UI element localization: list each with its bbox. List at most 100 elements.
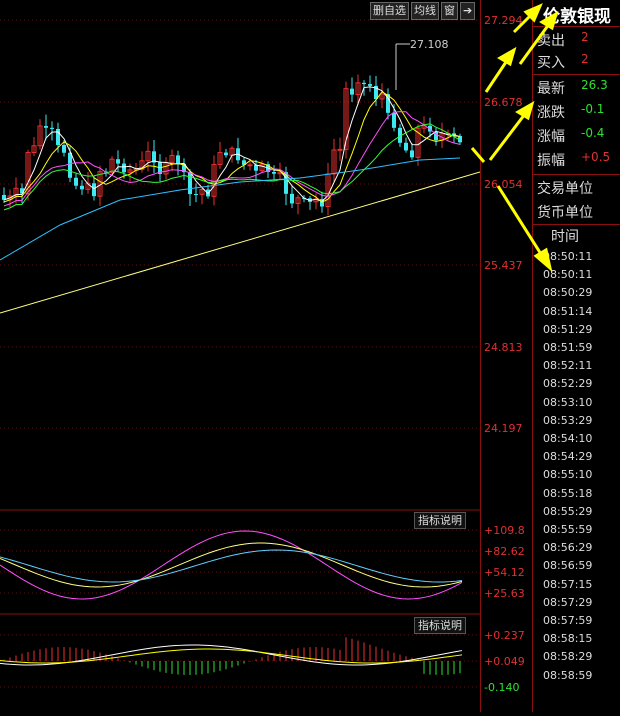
candle-body-down [404, 142, 408, 151]
time-list-item: 08:58:59 [543, 668, 593, 682]
time-list-item: 08:51:59 [543, 341, 593, 354]
price-tick: 26.678 [484, 96, 523, 109]
macd-tick: +0.237 [484, 629, 525, 642]
change-pct-value: -0.4 [581, 126, 605, 140]
currency-unit-label: 货币单位 [537, 205, 593, 221]
time-list-item: 08:52:29 [543, 377, 593, 391]
time-list-item: 08:51:14 [543, 304, 593, 318]
candle-body-down [410, 150, 414, 158]
time-list-item: 08:55:18 [543, 486, 593, 500]
ma-line-4 [3, 123, 461, 211]
candle-body-down [350, 88, 354, 95]
last-value: 26.3 [581, 78, 608, 92]
last-label: 最新 [537, 81, 565, 97]
kdj-j-line [0, 530, 463, 600]
candle-body-down [56, 128, 60, 146]
candle-body-down [44, 125, 48, 128]
kdj-tick: +82.62 [484, 545, 525, 558]
change-pct-label: 涨幅 [537, 129, 565, 145]
change-value: -0.1 [581, 102, 605, 116]
price-tick: 25.437 [484, 259, 523, 272]
price-tick: 24.813 [484, 341, 523, 354]
macd-tick: +0.049 [484, 655, 525, 668]
kdj-tick: +25.63 [484, 587, 525, 600]
candle-body-down [74, 177, 78, 186]
trade-unit-label: 交易单位 [537, 181, 593, 197]
time-list-item: 08:56:59 [543, 559, 593, 573]
time-list-item: 08:51:29 [543, 322, 593, 336]
support-trend-line [0, 171, 481, 314]
ma-lines-button[interactable]: 均线 [411, 2, 439, 20]
arrow-right-icon[interactable]: ➔ [460, 2, 476, 20]
candle-body-down [392, 112, 396, 128]
change-row: 涨跌 -0.1 [537, 102, 604, 124]
candle-body-down [290, 193, 294, 204]
ask-value: 2 [581, 30, 589, 44]
amplitude-value: +0.5 [581, 150, 611, 164]
price-tick: 27.294 [484, 14, 523, 27]
delete-self-select-button[interactable]: 删自选 [370, 2, 409, 20]
kline-chart-area[interactable]: 27.108 删自选 均线 窗 ➔ 指标说明 指标说明 [0, 0, 481, 712]
kdj-tick: +54.12 [484, 566, 525, 579]
time-list-item: 08:57:59 [543, 614, 593, 627]
chart-toolbar: 删自选 均线 窗 ➔ [368, 2, 476, 20]
price-axis: 27.294 26.678 26.054 25.437 24.813 24.19… [480, 0, 533, 712]
ask-row: 卖出 2 [537, 30, 589, 52]
candle-body-down [176, 155, 180, 164]
time-list-item: 08:55:10 [543, 468, 593, 482]
time-list-item: 08:50:29 [543, 286, 593, 300]
kline-chart-svg[interactable]: 27.108 [0, 0, 481, 712]
time-list-item: 08:56:29 [543, 541, 593, 555]
candle-body-down [368, 84, 372, 86]
bid-label: 买入 [537, 55, 565, 71]
time-list-item: 08:54:10 [543, 432, 593, 445]
time-list-item: 08:53:10 [543, 395, 593, 409]
kdj-indicator-help-button[interactable]: 指标说明 [414, 512, 466, 529]
amplitude-row: 振幅 +0.5 [537, 150, 610, 172]
candle-body-down [122, 163, 126, 173]
price-tick: 24.197 [484, 422, 523, 435]
macd-indicator-help-button[interactable]: 指标说明 [414, 617, 466, 634]
peak-price-label: 27.108 [410, 38, 449, 51]
kdj-d-line [0, 542, 463, 588]
candle-body-down [68, 152, 72, 178]
time-list-item: 08:57:29 [543, 595, 593, 609]
time-list-item: 08:58:15 [543, 632, 593, 646]
candle-body-down [50, 127, 54, 129]
symbol-title: 伦敦银现 [543, 7, 611, 27]
kdj-k-line [0, 549, 463, 583]
bid-row: 买入 2 [537, 52, 589, 74]
time-list-item: 08:55:59 [543, 523, 593, 536]
price-tick: 26.054 [484, 178, 523, 191]
candle-body-down [188, 172, 192, 195]
window-button[interactable]: 窗 [441, 2, 458, 20]
time-header: 时间 [551, 229, 579, 245]
candle-body-down [62, 145, 66, 153]
change-label: 涨跌 [537, 105, 565, 121]
time-list-item: 08:52:11 [543, 359, 593, 373]
candle-body-down [224, 152, 228, 156]
macd-tick: -0.140 [484, 681, 520, 694]
candle-body-down [80, 185, 84, 190]
time-list-item: 08:55:29 [543, 504, 593, 518]
time-list-item: 08:50:11 [543, 250, 593, 263]
candle-body-down [194, 194, 198, 196]
candle-body-down [362, 82, 366, 85]
candle-body-up [337, 148, 343, 151]
bid-value: 2 [581, 52, 589, 66]
time-list-item: 08:54:29 [543, 450, 593, 464]
time-list-item: 08:50:11 [543, 268, 593, 282]
candle-body-down [92, 183, 96, 197]
time-list-item: 08:58:29 [543, 650, 593, 664]
time-list-item: 08:57:15 [543, 577, 593, 591]
time-list-item: 08:53:29 [543, 413, 593, 427]
quote-panel: 伦敦银现 卖出 2 买入 2 最新 26.3 涨跌 -0.1 涨幅 -0.4 振幅 +0.5… [532, 0, 620, 712]
amplitude-label: 振幅 [537, 153, 565, 169]
kdj-tick: +109.8 [484, 524, 525, 537]
candle-body-down [272, 171, 276, 174]
candle-body-up [247, 164, 253, 167]
candle-body-down [116, 159, 120, 164]
ask-label: 卖出 [537, 33, 565, 49]
change-pct-row: 涨幅 -0.4 [537, 126, 604, 148]
last-row: 最新 26.3 [537, 78, 608, 100]
